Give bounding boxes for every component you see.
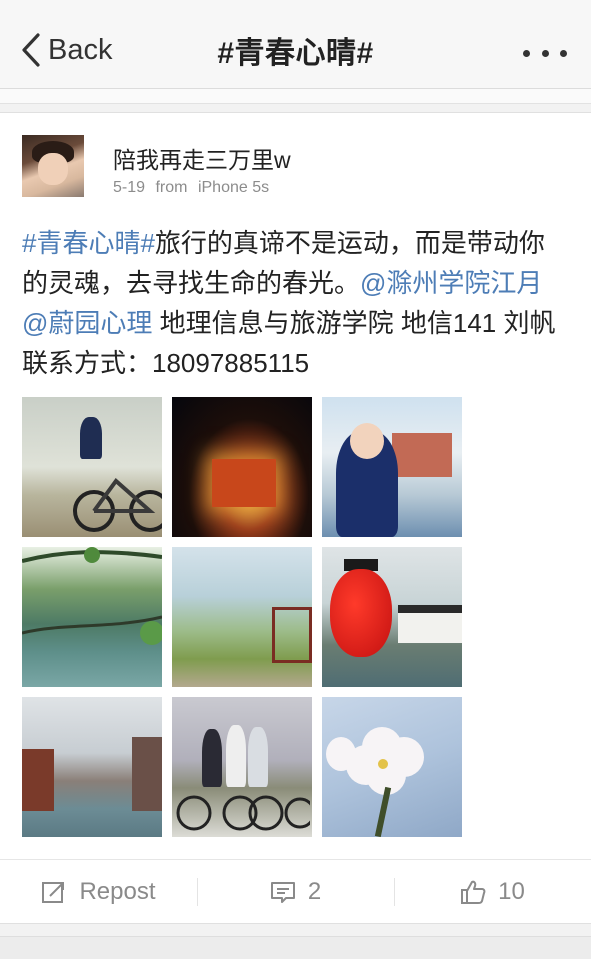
repost-button[interactable]: Repost [0, 860, 197, 924]
photo-thumbnail[interactable] [172, 397, 312, 537]
next-post-edge [0, 936, 591, 959]
repost-label: Repost [79, 878, 156, 905]
like-count: 10 [498, 878, 525, 905]
more-button[interactable] [523, 46, 567, 60]
post-actions: Repost 2 10 [0, 859, 591, 924]
photo-thumbnail[interactable] [22, 547, 162, 687]
status-bar [0, 0, 591, 14]
username[interactable]: 陪我再走三万里w [113, 141, 291, 175]
previous-post-edge [0, 89, 591, 104]
photo-thumbnail[interactable] [172, 697, 312, 837]
post-source: iPhone 5s [197, 179, 270, 196]
topic-link[interactable]: #青春心晴# [22, 228, 155, 258]
like-button[interactable]: 10 [394, 860, 591, 924]
avatar[interactable] [22, 135, 84, 197]
source-prefix: from [155, 179, 188, 196]
post-card: 陪我再走三万里w 5-19 from iPhone 5s #青春心晴#旅行的真谛… [0, 112, 591, 924]
navigation-bar: Back #青春心晴# [0, 14, 591, 89]
mention-link[interactable]: @蔚园心理 [22, 308, 152, 338]
repost-icon [42, 882, 65, 903]
comment-button[interactable]: 2 [197, 860, 394, 924]
ellipsis-icon [541, 49, 549, 57]
photo-thumbnail[interactable] [322, 697, 462, 837]
ellipsis-icon [523, 49, 530, 57]
back-label: Back [48, 33, 113, 66]
photo-grid [22, 397, 462, 837]
post-date: 5-19 [113, 179, 146, 196]
photo-thumbnail[interactable] [322, 397, 462, 537]
post-text: #青春心晴#旅行的真谛不是运动，而是带动你的灵魂，去寻找生命的春光。@滁州学院江… [22, 223, 570, 383]
post-meta: 5-19 from iPhone 5s [113, 179, 275, 197]
comment-icon [270, 882, 295, 903]
photo-thumbnail[interactable] [22, 397, 162, 537]
mention-link[interactable]: @滁州学院江月 [360, 268, 542, 298]
ellipsis-icon [560, 49, 567, 57]
back-button[interactable]: Back [20, 30, 112, 70]
chevron-left-icon [22, 33, 40, 67]
photo-thumbnail[interactable] [172, 547, 312, 687]
photo-thumbnail[interactable] [22, 697, 162, 837]
comment-count: 2 [307, 878, 322, 905]
photo-thumbnail[interactable] [322, 547, 462, 687]
thumbs-up-icon [461, 880, 486, 904]
